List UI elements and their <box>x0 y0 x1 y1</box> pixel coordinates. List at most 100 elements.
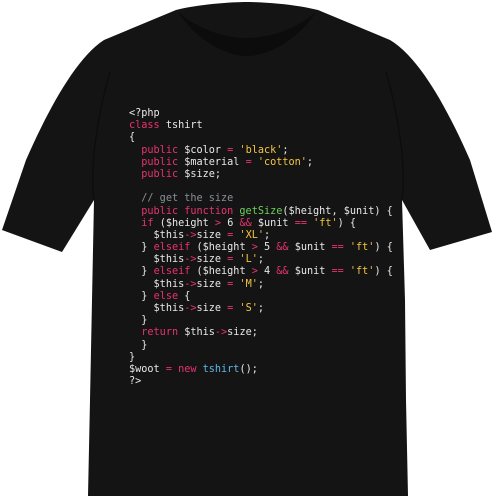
code-token-operator: = <box>227 144 240 156</box>
code-token-operator: -> <box>184 278 197 290</box>
code-token-string: 'M' <box>239 278 258 290</box>
code-token-punct: } <box>141 266 154 278</box>
code-line: public $material = 'cotton'; <box>129 157 393 169</box>
code-token-operator: = <box>165 363 179 375</box>
code-line: public function getSize($height, $unit) … <box>129 206 393 218</box>
code-token-punct: } <box>141 290 154 302</box>
code-token-punct: ; <box>282 144 289 156</box>
code-token-variable: $size <box>184 168 215 180</box>
code-token-operator: && <box>276 266 295 278</box>
code-token-operator: > <box>251 266 264 278</box>
code-line: } <box>129 340 393 352</box>
code-token-variable: $material <box>184 156 246 168</box>
code-token-punct: (); <box>239 363 258 375</box>
code-token-keyword: public function <box>141 205 240 217</box>
code-token-variable: $unit <box>257 217 295 229</box>
code-token-keyword: class <box>129 120 166 132</box>
code-token-operator: = <box>227 229 240 241</box>
code-line: return $this->size; <box>129 327 393 339</box>
code-token-number: 4 <box>264 266 277 278</box>
code-token-function: getSize <box>239 205 283 217</box>
code-token-variable: $this <box>184 327 215 339</box>
code-line: } else { <box>129 291 393 303</box>
code-token-punct: ; <box>257 254 264 266</box>
code-token-class: tshirt <box>202 363 240 375</box>
code-token-operator: == <box>294 217 314 229</box>
code-token-punct: ; <box>257 303 264 314</box>
code-token-punct: } <box>141 315 148 327</box>
code-token-punct: ; <box>264 229 271 241</box>
code-line: $this->size = 'L'; <box>129 254 393 266</box>
code-line: public $color = 'black'; <box>129 145 393 157</box>
code-token-variable: $this <box>153 278 185 290</box>
code-token-operator: = <box>227 254 240 266</box>
code-token-tag: ?> <box>129 376 142 388</box>
code-token-operator: -> <box>184 254 197 266</box>
code-token-punct: } <box>129 351 136 363</box>
code-token-variable: $height <box>202 242 252 254</box>
code-token-operator: > <box>251 242 264 254</box>
code-line: $woot = new tshirt(); <box>129 364 393 376</box>
code-token-string: 'ft' <box>349 266 375 278</box>
code-line: if ($height > 6 && $unit == 'ft') { <box>129 218 393 230</box>
code-token-punct: ; <box>251 327 258 339</box>
code-snippet: <?php class tshirt{ public $color = 'blac… <box>129 108 393 388</box>
code-token-keyword: new <box>178 363 203 375</box>
code-token-variable: $color <box>184 144 228 156</box>
code-token-number: 6 <box>227 217 240 229</box>
code-line: // get the size <box>129 193 393 205</box>
code-token-plain: size <box>227 327 252 339</box>
code-token-punct: ) { <box>374 205 393 217</box>
code-token-string: 'ft' <box>349 242 375 254</box>
code-line: class tshirt <box>129 120 393 132</box>
code-token-punct: , <box>331 205 344 217</box>
code-token-operator: > <box>214 217 228 229</box>
code-token-operator: == <box>331 242 350 254</box>
code-token-punct: ; <box>214 168 222 180</box>
code-token-variable: $unit <box>294 266 332 278</box>
code-token-keyword: public <box>141 156 185 168</box>
code-token-punct: { <box>129 132 136 144</box>
code-token-string: 'ft' <box>313 217 338 229</box>
code-token-variable: $unit <box>343 205 375 217</box>
code-token-operator: -> <box>184 303 197 314</box>
code-token-variable: $height <box>165 217 215 229</box>
code-token-string: 'cotton' <box>257 156 307 168</box>
code-token-string: 'black' <box>239 144 283 156</box>
code-line: } elseif ($height > 4 && $unit == 'ft') … <box>129 266 393 278</box>
code-line: $this->size = 'S'; <box>129 303 393 315</box>
code-token-punct: { <box>184 290 191 302</box>
code-line: } <box>129 315 393 327</box>
code-token-keyword: public <box>141 168 185 180</box>
code-token-keyword: return <box>141 327 185 339</box>
code-line: } elseif ($height > 5 && $unit == 'ft') … <box>129 242 393 254</box>
code-token-operator: -> <box>184 229 197 241</box>
code-token-operator: = <box>227 278 240 290</box>
code-token-punct: } <box>141 242 154 254</box>
code-token-string: 'L' <box>239 254 258 266</box>
code-token-plain: size <box>196 229 228 241</box>
code-token-operator: && <box>276 242 295 254</box>
code-token-variable: $height <box>202 266 252 278</box>
code-token-operator: && <box>239 217 258 229</box>
code-token-punct: ) { <box>374 266 393 278</box>
code-token-plain: size <box>196 254 228 266</box>
code-line: } <box>129 352 393 364</box>
code-token-number: 5 <box>264 242 277 254</box>
code-token-keyword: elseif <box>153 266 197 278</box>
code-line: public $size; <box>129 169 393 181</box>
code-token-operator: = <box>227 303 240 314</box>
